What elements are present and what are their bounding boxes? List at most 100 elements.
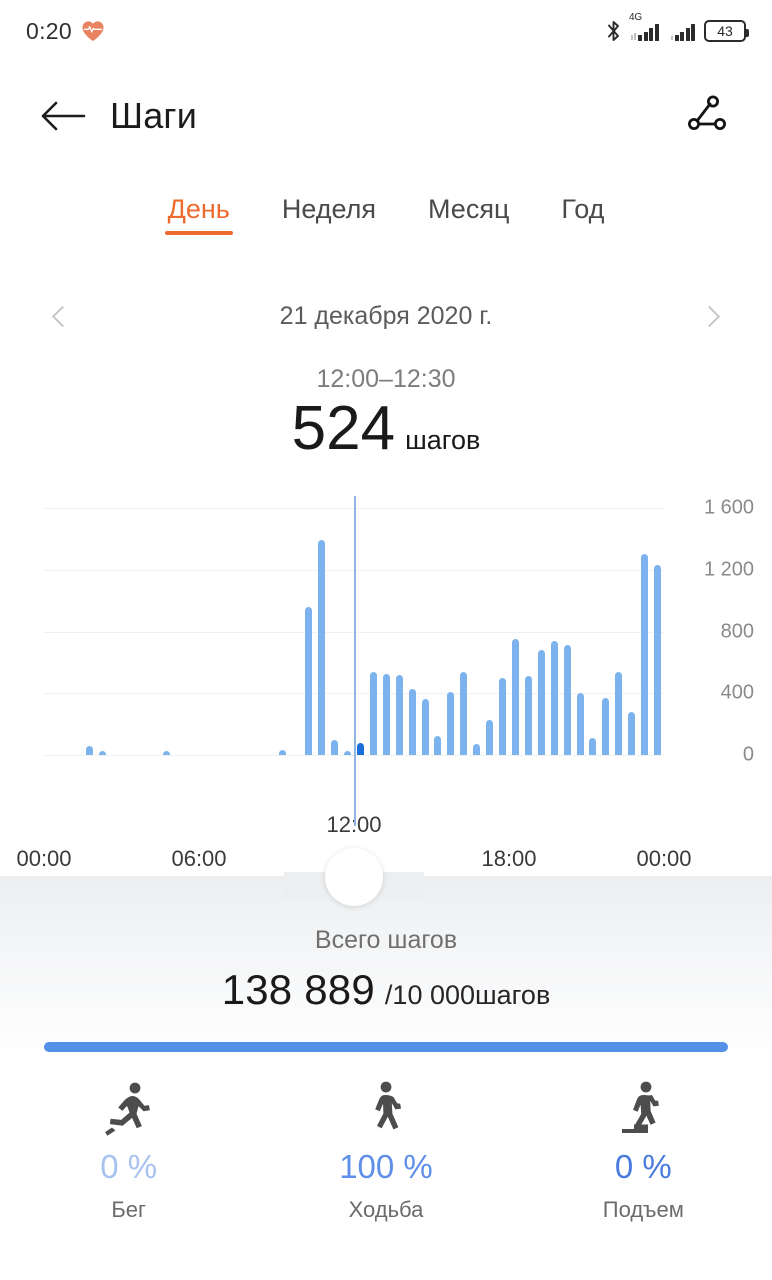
chart-bar[interactable] [641,554,649,755]
network-type-label: 4G [629,11,642,23]
date-navigation: 21 декабря 2020 г. [0,288,772,344]
chart-bar[interactable] [331,740,339,755]
page-title: Шаги [110,95,198,136]
total-steps-goal: /10 000шагов [384,980,551,1010]
chart-bar[interactable] [395,674,403,755]
stat-walking-label: Ходьба [348,1197,424,1222]
share-icon [688,95,726,130]
chart-bar[interactable] [537,650,545,755]
stair-climb-icon [616,1078,670,1140]
y-axis-tick-label: 0 [742,743,754,766]
chart-bar[interactable] [318,540,326,755]
app-bar: Шаги [0,62,772,170]
bluetooth-icon [608,21,619,41]
back-button[interactable] [36,89,90,143]
total-steps-row: 138 889 /10 000шагов [0,966,772,1014]
chart-bar[interactable] [576,693,584,755]
signal-strength-1 [638,22,659,41]
chart-bar[interactable] [550,640,558,755]
back-arrow-icon [41,101,86,131]
chart-bar[interactable] [499,677,507,755]
chart-bar[interactable] [163,751,171,755]
stat-walking-percent: 100 % [339,1148,433,1185]
chart-bar[interactable] [486,719,494,755]
total-steps-value: 138 889 [221,966,375,1013]
walking-icon [364,1078,408,1140]
y-axis-tick-label: 800 [720,620,754,642]
tab-month[interactable]: Месяц [422,192,515,239]
running-icon [102,1078,156,1140]
current-date-label: 21 декабря 2020 г. [279,301,493,330]
chart-bar[interactable] [434,736,442,755]
stat-running-percent: 0 % [100,1148,158,1185]
sim2-indicator [668,22,675,41]
goal-progress-fill [44,1042,728,1052]
chart-bar[interactable] [447,692,455,755]
chart-bar[interactable] [356,743,364,755]
selected-steps-value: 524 [291,394,396,463]
chart-bar[interactable] [305,606,313,755]
chart-bar[interactable] [628,711,636,755]
stat-running-label: Бег [111,1197,147,1222]
chevron-right-icon [698,305,721,327]
x-axis-tick-label: 00:00 [636,846,692,871]
chart-bar[interactable] [279,750,287,755]
chart-cursor-line [354,496,356,826]
chart-bar[interactable] [382,674,390,755]
chart-bar[interactable] [589,738,597,755]
chart-bar[interactable] [421,699,429,755]
battery-level-label: 43 [717,23,733,39]
stat-climbing-label: Подъем [602,1197,684,1222]
chart-bar[interactable] [563,645,571,755]
chart-bar[interactable] [602,697,610,755]
previous-day-button[interactable] [38,294,82,338]
share-button[interactable] [680,88,736,144]
chart-bar[interactable] [85,745,93,755]
stat-running[interactable]: 0 % Бег [0,1078,257,1223]
selected-range-label: 12:00–12:30 [316,365,456,393]
status-bar: 0:20 4G 43 [0,0,772,62]
tab-year[interactable]: Год [555,192,610,239]
status-bar-right: 4G 43 [605,12,749,43]
chart-bar[interactable] [408,688,416,755]
y-axis-tick-label: 1 200 [703,558,754,581]
chart-bar[interactable] [654,565,662,755]
x-axis-tick-label: 00:00 [16,846,72,871]
x-axis-tick-label: 06:00 [171,846,227,871]
chart-bar[interactable] [369,671,377,755]
goal-progress-track [44,1042,728,1052]
next-day-button[interactable] [690,294,734,338]
heart-rate-icon [82,21,104,41]
signal-bars-sim2 [668,22,695,41]
total-steps-label: Всего шагов [314,926,458,954]
steps-bar-chart[interactable]: 0 400 800 1 200 1 600 [0,488,772,826]
selected-steps-unit: шагов [405,425,481,455]
signal-strength-2 [674,22,695,41]
battery-icon: 43 [704,20,749,42]
signal-bars-sim1: 4G [629,12,659,41]
time-slider-thumb[interactable] [325,848,383,906]
status-bar-left: 0:20 [26,18,105,45]
tab-week[interactable]: Неделя [276,192,382,239]
chart-bar[interactable] [344,751,352,755]
chart-bar[interactable] [615,671,623,755]
chart-bar[interactable] [460,671,468,755]
chart-bar[interactable] [511,639,519,755]
sim1-indicator [631,22,638,41]
y-axis-tick-label: 400 [720,681,754,704]
stat-climbing[interactable]: 0 % Подъем [515,1078,772,1223]
stat-walking[interactable]: 100 % Ходьба [257,1078,514,1223]
chevron-left-icon [51,305,74,327]
chart-bar[interactable] [524,676,532,755]
status-clock: 0:20 [26,17,72,44]
chart-bar[interactable] [98,751,106,755]
steps-detail-screen: 0:20 4G 43 Шаги День Неделя Месяц Год 21… [0,0,772,1280]
stat-climbing-percent: 0 % [614,1148,672,1185]
activity-breakdown: 0 % Бег 100 % Ходьба 0 % Подъем [0,1078,772,1223]
period-tabs: День Неделя Месяц Год [0,192,772,239]
selected-value-row: 524 шагов [0,398,772,460]
tab-day[interactable]: День [162,192,236,239]
chart-bar[interactable] [473,744,481,755]
x-axis-tick-label: 18:00 [481,846,537,871]
y-axis-tick-label: 1 600 [703,496,754,519]
